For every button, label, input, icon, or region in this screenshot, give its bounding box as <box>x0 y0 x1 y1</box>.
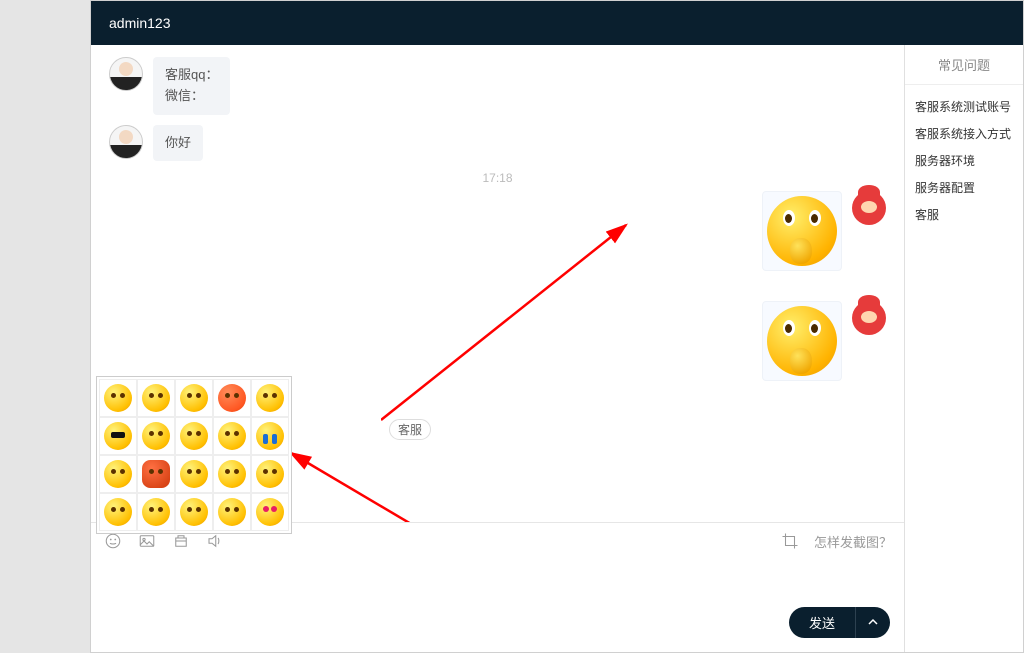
annotation-arrow-icon <box>381 215 641 425</box>
message-bubble: 客服qq： 微信： <box>153 57 230 115</box>
annotation-arrow-icon <box>281 443 521 522</box>
emoji-option[interactable] <box>213 493 251 531</box>
image-icon[interactable] <box>137 531 157 551</box>
faq-list: 客服系统测试账号客服系统接入方式服务器环境服务器配置客服 <box>905 85 1023 236</box>
emoji-face-icon <box>180 498 208 526</box>
emoji-option[interactable] <box>251 379 289 417</box>
compose-area: 怎样发截图？ 发送 <box>91 522 904 652</box>
emoji-option[interactable] <box>213 379 251 417</box>
agent-avatar <box>109 125 143 159</box>
thinking-emoji-icon <box>767 306 837 376</box>
emoji-face-icon <box>180 422 208 450</box>
emoji-option[interactable] <box>175 379 213 417</box>
screenshot-hint[interactable]: 怎样发截图？ <box>814 532 892 551</box>
message-bubble: 你好 <box>153 125 203 162</box>
emoji-face-icon <box>218 460 246 488</box>
crop-icon[interactable] <box>780 531 800 551</box>
emoji-option[interactable] <box>175 417 213 455</box>
content-area: 客服qq： 微信： 你好 17:18 <box>91 45 1023 652</box>
chat-column: 客服qq： 微信： 你好 17:18 <box>91 45 905 652</box>
faq-tab[interactable]: 常见问题 <box>905 45 1023 85</box>
app-window: admin123 客服qq： 微信： 你好 17:18 <box>90 0 1024 653</box>
faq-sidebar: 常见问题 客服系统测试账号客服系统接入方式服务器环境服务器配置客服 <box>905 45 1023 652</box>
emoji-option[interactable] <box>137 379 175 417</box>
emoji-face-icon <box>218 498 246 526</box>
emoji-face-icon <box>180 460 208 488</box>
send-row: 发送 <box>91 607 904 652</box>
message-line: 微信： <box>165 86 218 107</box>
emoji-face-icon <box>104 384 132 412</box>
timestamp: 17:18 <box>109 171 886 185</box>
sound-icon[interactable] <box>205 531 225 551</box>
faq-item[interactable]: 服务器环境 <box>915 147 1013 174</box>
emoji-option[interactable] <box>99 493 137 531</box>
emoji-face-icon <box>180 384 208 412</box>
emoji-option[interactable] <box>99 455 137 493</box>
emoji-face-icon <box>256 422 284 450</box>
emoji-option[interactable] <box>175 493 213 531</box>
emoji-option[interactable] <box>137 493 175 531</box>
emoji-picker[interactable] <box>96 376 292 534</box>
emoji-option[interactable] <box>213 417 251 455</box>
message-line: 客服qq： <box>165 65 218 86</box>
message-row: 客服qq： 微信： <box>109 57 886 115</box>
faq-item[interactable]: 服务器配置 <box>915 174 1013 201</box>
emoji-option[interactable] <box>137 417 175 455</box>
emoji-option[interactable] <box>137 455 175 493</box>
emoji-option[interactable] <box>175 455 213 493</box>
message-row: 你好 <box>109 125 886 162</box>
faq-item[interactable]: 客服系统测试账号 <box>915 93 1013 120</box>
agent-avatar <box>109 57 143 91</box>
emoji-face-icon <box>218 384 246 412</box>
faq-item[interactable]: 客服系统接入方式 <box>915 120 1013 147</box>
emoji-face-icon <box>104 498 132 526</box>
emoji-face-icon <box>142 460 170 488</box>
message-bubble <box>762 301 842 381</box>
emoji-option[interactable] <box>251 417 289 455</box>
file-icon[interactable] <box>171 531 191 551</box>
message-bubble <box>762 191 842 271</box>
message-line: 你好 <box>165 133 191 154</box>
titlebar: admin123 <box>91 1 1023 45</box>
faq-item[interactable]: 客服 <box>915 201 1013 228</box>
chevron-up-icon <box>868 617 878 627</box>
message-input[interactable] <box>91 559 904 607</box>
thinking-emoji-icon <box>767 196 837 266</box>
emoji-face-icon <box>142 384 170 412</box>
send-button[interactable]: 发送 <box>789 607 855 638</box>
emoji-face-icon <box>142 498 170 526</box>
emoji-option[interactable] <box>99 379 137 417</box>
emoji-option[interactable] <box>251 455 289 493</box>
user-avatar <box>852 301 886 335</box>
emoji-face-icon <box>104 460 132 488</box>
emoji-face-icon <box>104 422 132 450</box>
emoji-option[interactable] <box>251 493 289 531</box>
emoji-icon[interactable] <box>103 531 123 551</box>
emoji-face-icon <box>218 422 246 450</box>
emoji-option[interactable] <box>99 417 137 455</box>
emoji-face-icon <box>256 460 284 488</box>
send-options-button[interactable] <box>855 607 890 638</box>
emoji-face-icon <box>256 384 284 412</box>
user-avatar <box>852 191 886 225</box>
emoji-option[interactable] <box>213 455 251 493</box>
emoji-face-icon <box>256 498 284 526</box>
emoji-face-icon <box>142 422 170 450</box>
username-label: admin123 <box>109 15 171 31</box>
